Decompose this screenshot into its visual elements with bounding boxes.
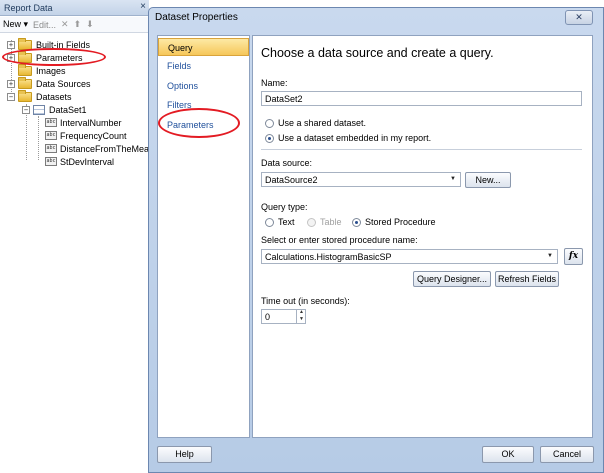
nav-item-options[interactable]: Options [158, 77, 249, 95]
folder-icon [18, 76, 32, 89]
radio-label: Stored Procedure [365, 217, 436, 227]
query-type-table-radio: Table [307, 217, 342, 227]
radio-button-disabled [307, 217, 316, 227]
report-data-title-bar: Report Data × [0, 0, 149, 16]
radio-label: Table [320, 217, 342, 227]
timeout-value: 0 [265, 312, 271, 322]
divider [261, 149, 582, 150]
expand-icon[interactable]: + [7, 40, 15, 49]
query-type-text-radio[interactable]: Text [265, 217, 295, 227]
tree-node-label: Data Sources [36, 78, 91, 89]
expression-fx-button[interactable]: fx [564, 248, 583, 265]
tree-node-dataset1[interactable]: − DataSet1 [22, 103, 87, 116]
nav-item-query[interactable]: Query [158, 38, 249, 56]
timeout-label: Time out (in seconds): [261, 296, 350, 306]
radio-button[interactable] [265, 118, 274, 128]
dialog-title: Dataset Properties [155, 12, 238, 23]
field-icon: abc [45, 157, 57, 166]
stored-procedure-value: Calculations.HistogramBasicSP [265, 252, 392, 262]
ok-button[interactable]: OK [482, 446, 534, 463]
dropdown-arrow-icon[interactable]: ▼ [545, 251, 555, 262]
edit-button[interactable]: Edit... [33, 20, 56, 30]
dataset-icon [33, 104, 45, 115]
tree-node-label: Datasets [36, 91, 72, 102]
tree-node-label: DataSet1 [49, 104, 87, 115]
collapse-icon[interactable]: − [22, 105, 30, 114]
dropdown-arrow-icon[interactable]: ▼ [448, 174, 458, 185]
tree-node-label: DistanceFromTheMea [60, 143, 150, 154]
stored-procedure-label: Select or enter stored procedure name: [261, 235, 418, 245]
radio-button-selected[interactable] [352, 217, 361, 227]
help-button[interactable]: Help [157, 446, 212, 463]
tree-node-field[interactable]: abc DistanceFromTheMea [45, 142, 149, 155]
tree-node-label: StDevInterval [60, 156, 115, 167]
refresh-fields-button[interactable]: Refresh Fields [495, 271, 559, 287]
query-content-panel: Choose a data source and create a query.… [252, 35, 593, 438]
collapse-icon[interactable]: − [7, 92, 15, 101]
embedded-dataset-radio[interactable]: Use a dataset embedded in my report. [265, 133, 431, 143]
shared-dataset-radio[interactable]: Use a shared dataset. [265, 118, 366, 128]
radio-button[interactable] [265, 217, 274, 227]
spin-down-icon[interactable]: ▼ [297, 316, 306, 323]
radio-label: Use a dataset embedded in my report. [278, 133, 432, 143]
move-down-icon[interactable]: ⬇ [86, 19, 94, 30]
new-data-source-button[interactable]: New... [465, 172, 511, 188]
query-type-label: Query type: [261, 202, 308, 212]
close-icon[interactable]: × [140, 1, 146, 13]
timeout-spinner[interactable]: ▲ ▼ [296, 309, 306, 324]
folder-icon [18, 63, 32, 76]
delete-icon[interactable]: ✕ [61, 19, 69, 30]
tree-node-datasets[interactable]: − Datasets [7, 89, 72, 103]
tree-node-field[interactable]: abc StDevInterval [45, 155, 114, 168]
field-icon: abc [45, 118, 57, 127]
radio-label: Use a shared dataset. [278, 118, 367, 128]
dialog-close-button[interactable]: ✕ [565, 10, 593, 25]
annotation-circle-parameters-nav [158, 108, 240, 138]
move-up-icon[interactable]: ⬆ [74, 19, 82, 30]
tree-node-field[interactable]: abc FrequencyCount [45, 129, 127, 142]
tree-connector [38, 116, 39, 160]
report-data-pane: Report Data × New ▾ Edit... ✕ ⬆ ⬇ + Buil… [0, 0, 149, 473]
tree-node-label: FrequencyCount [60, 130, 127, 141]
dataset-name-input[interactable]: DataSet2 [261, 91, 582, 106]
field-icon: abc [45, 131, 57, 140]
report-data-title: Report Data [4, 3, 53, 13]
data-source-label: Data source: [261, 158, 313, 168]
radio-label: Text [278, 217, 295, 227]
tree-node-label: Images [36, 65, 66, 76]
new-menu-button[interactable]: New ▾ [3, 19, 28, 30]
folder-icon [18, 89, 32, 102]
dialog-nav-pane: Query Fields Options Filters Parameters [157, 35, 250, 438]
tree-node-label: IntervalNumber [60, 117, 122, 128]
expand-icon[interactable]: + [7, 79, 15, 88]
field-icon: abc [45, 144, 57, 153]
radio-button-selected[interactable] [265, 133, 274, 143]
page-heading: Choose a data source and create a query. [261, 46, 494, 60]
data-source-value: DataSource2 [265, 175, 318, 185]
stored-procedure-select[interactable]: Calculations.HistogramBasicSP ▼ [261, 249, 558, 264]
nav-item-fields[interactable]: Fields [158, 57, 249, 75]
annotation-circle-parameters-tree [2, 48, 106, 66]
cancel-button[interactable]: Cancel [540, 446, 594, 463]
tree-node-data-sources[interactable]: + Data Sources [7, 76, 91, 90]
data-source-select[interactable]: DataSource2 ▼ [261, 172, 461, 187]
name-label: Name: [261, 78, 288, 88]
query-designer-button[interactable]: Query Designer... [413, 271, 491, 287]
report-data-toolbar: New ▾ Edit... ✕ ⬆ ⬇ [0, 17, 149, 33]
spin-up-icon[interactable]: ▲ [297, 309, 306, 316]
tree-node-field[interactable]: abc IntervalNumber [45, 116, 122, 129]
query-type-stored-procedure-radio[interactable]: Stored Procedure [352, 217, 436, 227]
